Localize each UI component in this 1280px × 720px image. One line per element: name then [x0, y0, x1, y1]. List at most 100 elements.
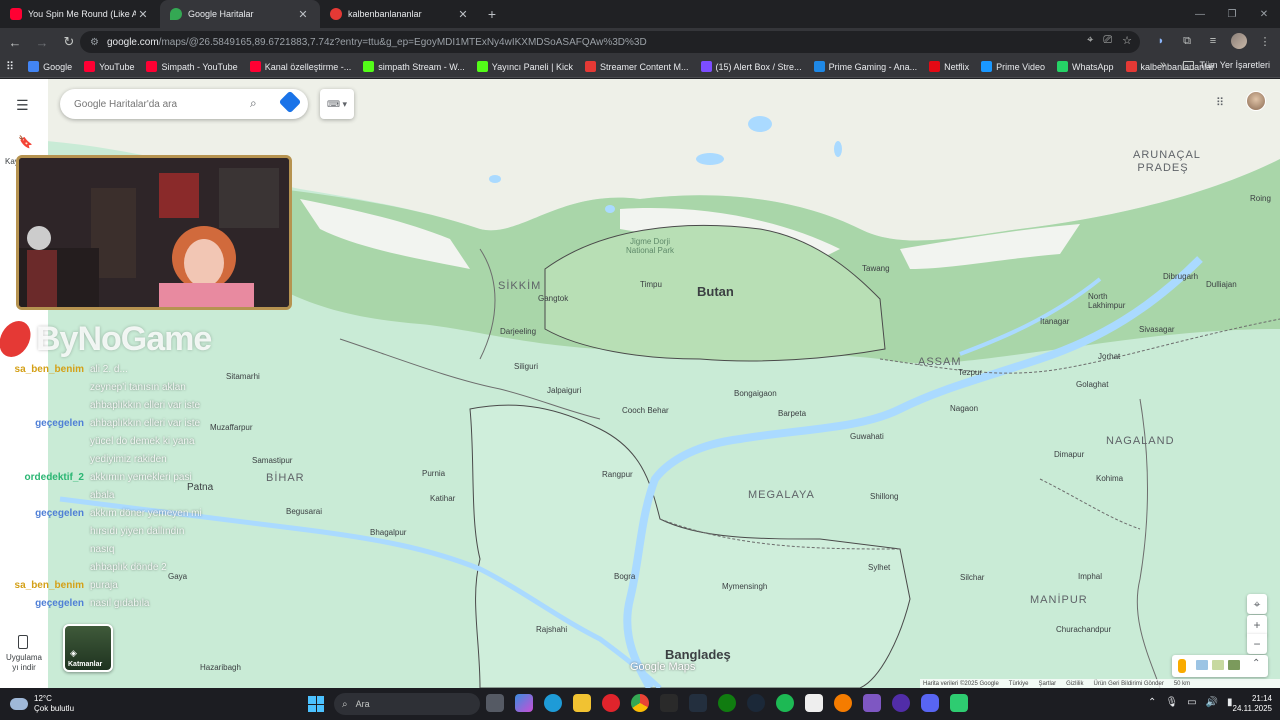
terrain-thumb-icon[interactable] [1212, 660, 1224, 670]
app-icon[interactable] [834, 694, 852, 712]
bookmark-streamer-content[interactable]: Streamer Content M... [584, 61, 689, 72]
account-avatar[interactable] [1246, 91, 1266, 111]
app-icon[interactable] [892, 694, 910, 712]
location-icon[interactable]: ⌖ [1087, 34, 1093, 47]
bookmark-netflix[interactable]: Netflix [929, 61, 969, 72]
directions-icon[interactable] [278, 90, 302, 114]
back-arrow-icon[interactable]: ← [3, 30, 27, 54]
street-view-and-imagery: ⌃ [1172, 655, 1268, 677]
bookmark-prime-gaming[interactable]: Prime Gaming - Ana... [813, 61, 917, 72]
system-clock[interactable]: 21:14 24.11.2025 [1228, 694, 1272, 714]
network-icon[interactable]: ▭ [1187, 697, 1196, 708]
zoom-out-button[interactable]: − [1247, 634, 1267, 654]
volume-icon[interactable]: 🔊 [1206, 697, 1218, 708]
bookmark-google[interactable]: Google [28, 61, 72, 72]
expand-icon[interactable]: ⌃ [1252, 658, 1260, 669]
menu-hamburger-icon[interactable]: ☰ [16, 97, 29, 114]
copilot-icon[interactable] [515, 694, 533, 712]
close-icon[interactable]: ✕ [296, 8, 310, 21]
label-siliguri: Siliguri [514, 362, 539, 371]
phone-icon[interactable] [18, 635, 28, 649]
zoom-in-button[interactable]: + [1247, 615, 1267, 635]
all-bookmarks[interactable]: Tüm Yer İşaretleri [1183, 60, 1270, 70]
new-tab-button[interactable]: + [480, 0, 504, 28]
close-window-icon[interactable]: ✕ [1248, 0, 1280, 28]
file-explorer-icon[interactable] [573, 694, 591, 712]
epic-games-icon[interactable] [660, 694, 678, 712]
restore-icon[interactable]: ❐ [1216, 0, 1248, 28]
star-icon[interactable]: ☆ [1122, 34, 1132, 47]
close-icon[interactable]: ✕ [136, 8, 150, 21]
chat-text: ahbaplıkkın elleri var iste [90, 417, 201, 429]
amazon-games-icon[interactable] [689, 694, 707, 712]
weather-widget[interactable]: 12°C Çok bulutlu [10, 694, 74, 714]
chat-message: zeynep'i tanısın aklan [6, 378, 246, 396]
chrome-icon[interactable] [631, 694, 649, 712]
input-tools-button[interactable]: ⌨ ▾ [320, 89, 354, 119]
minimize-icon[interactable]: — [1184, 0, 1216, 28]
xbox-icon[interactable] [718, 694, 736, 712]
microphone-icon[interactable]: 🎙 [1165, 697, 1178, 708]
chat-user: sa_ben_benim [14, 363, 84, 375]
streamer-icon [584, 61, 596, 72]
search-icon[interactable]: ⌕ [250, 96, 257, 111]
google-apps-icon[interactable]: ⠿ [1216, 96, 1224, 109]
layers-button[interactable]: ◈ Katmanlar [63, 624, 113, 672]
bookmark-kick-panel[interactable]: Yayıncı Paneli | Kick [476, 61, 573, 72]
menu-kebab-icon[interactable]: ⋮ [1256, 30, 1274, 52]
profile-avatar[interactable] [1230, 30, 1248, 52]
kick-icon [363, 61, 375, 72]
apps-grid-icon[interactable]: ⠿ [6, 60, 14, 73]
extension-icon[interactable]: ◗ [1152, 30, 1170, 52]
chevron-more-icon[interactable]: » [1160, 59, 1166, 71]
install-app-icon[interactable]: ⎚ [1103, 34, 1112, 47]
capcut-icon[interactable] [805, 694, 823, 712]
spotify-icon[interactable] [776, 694, 794, 712]
bookmark-prime-video[interactable]: Prime Video [981, 61, 1045, 72]
opera-icon[interactable] [602, 694, 620, 712]
close-icon[interactable]: ✕ [456, 8, 470, 21]
app-icon[interactable] [863, 694, 881, 712]
youtube-icon [249, 61, 261, 72]
windows-start-icon[interactable] [308, 696, 324, 712]
satellite-thumb-icon[interactable] [1228, 660, 1240, 670]
maps-search-input[interactable] [74, 98, 239, 110]
task-view-icon[interactable] [486, 694, 504, 712]
edge-icon[interactable] [544, 694, 562, 712]
bookmark-kanal[interactable]: Kanal özelleştirme -... [249, 61, 351, 72]
bookmark-icon[interactable]: 🔖 [18, 135, 33, 149]
app-icon[interactable] [950, 694, 968, 712]
attribution-feedback[interactable]: Ürün Geri Bildirimi Gönder [1093, 681, 1163, 687]
maps-pin-icon [170, 8, 182, 20]
tab-google-maps[interactable]: Google Haritalar ✕ [160, 0, 320, 28]
bookmark-simpath-youtube[interactable]: Simpath - YouTube [146, 61, 238, 72]
my-location-button[interactable]: ⌖ [1247, 594, 1267, 614]
bookmark-whatsapp[interactable]: WhatsApp [1057, 61, 1114, 72]
attribution-terms[interactable]: Şartlar [1038, 681, 1056, 687]
chat-text: ahbaplıkkın elleri var iste [90, 399, 201, 411]
attribution-region[interactable]: Türkiye [1009, 681, 1029, 687]
weather-desc: Çok bulutlu [34, 704, 75, 713]
chevron-up-icon[interactable]: ⌃ [1148, 697, 1156, 708]
imagery-thumb-icon[interactable] [1196, 660, 1208, 670]
forward-arrow-icon[interactable]: → [30, 30, 54, 54]
chat-message: abala [6, 486, 246, 504]
steam-icon[interactable] [747, 694, 765, 712]
attribution-privacy[interactable]: Gizlilik [1066, 681, 1083, 687]
tab-kalbenbanlananlar[interactable]: kalbenbanlananlar ✕ [320, 0, 480, 28]
address-bar[interactable]: ⚙ google.com/maps/@26.5849165,89.6721883… [80, 31, 1140, 53]
discord-icon[interactable] [921, 694, 939, 712]
tab-youtube[interactable]: You Spin Me Round (Like A Rec ✕ [0, 0, 160, 28]
get-app-label[interactable]: Uygulama yı indir [2, 653, 46, 673]
taskbar-search[interactable]: ⌕ Ara [334, 693, 480, 715]
bookmark-youtube[interactable]: YouTube [84, 61, 134, 72]
site-settings-icon[interactable]: ⚙ [90, 37, 99, 48]
bookmark-alert-box[interactable]: (15) Alert Box / Stre... [700, 61, 802, 72]
media-icon[interactable]: ≡ [1204, 30, 1222, 52]
pegman-icon[interactable] [1178, 659, 1186, 673]
bookmark-simpath-stream[interactable]: simpath Stream - W... [363, 61, 465, 72]
reload-icon[interactable]: ↻ [57, 30, 81, 54]
extensions-puzzle-icon[interactable]: ⧉ [1178, 30, 1196, 52]
kick-icon [476, 61, 488, 72]
map-scale[interactable]: 50 km [1174, 681, 1190, 687]
